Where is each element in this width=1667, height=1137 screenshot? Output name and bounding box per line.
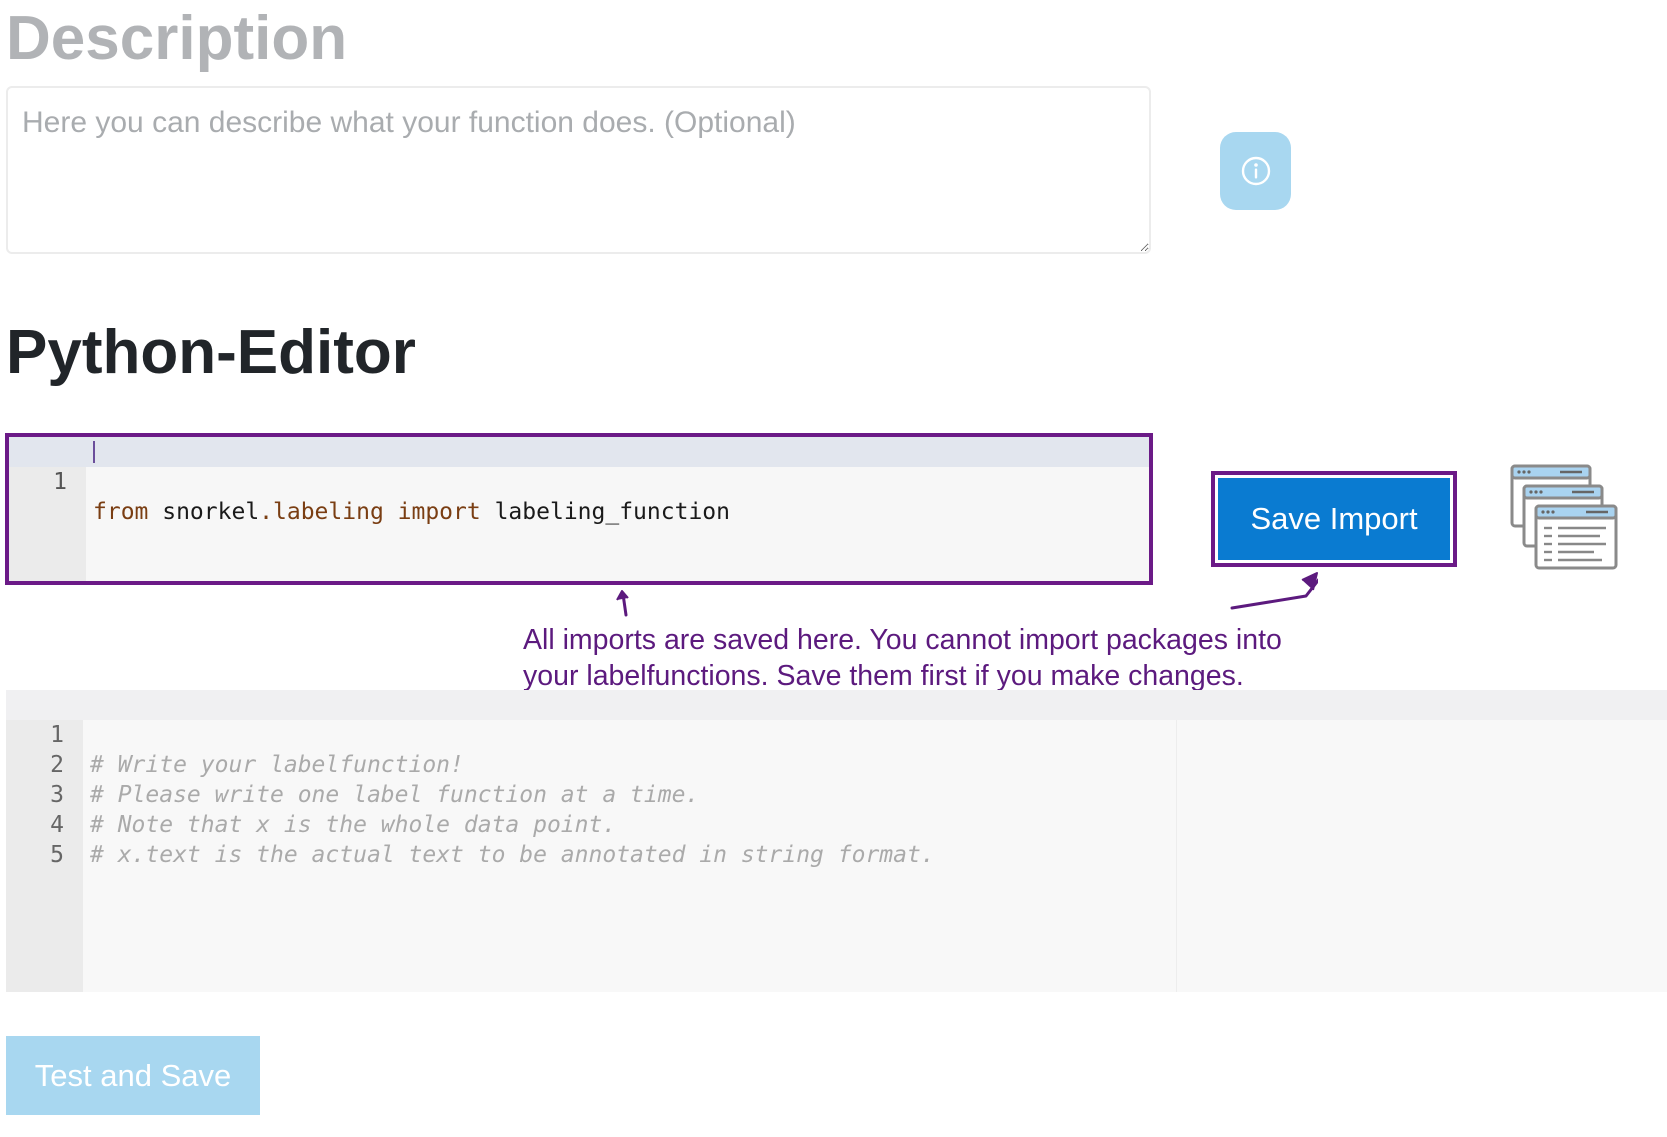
code-line[interactable]: 2 # Please write one label function at a…	[6, 720, 1667, 808]
line-number: 5	[50, 842, 64, 868]
annotation-line: your labelfunctions. Save them first if …	[523, 660, 1244, 692]
test-and-save-button[interactable]: Test and Save	[6, 1036, 260, 1115]
code-line[interactable]: 1 from snorkel.labeling import labeling_…	[9, 437, 1149, 525]
save-import-button[interactable]: Save Import	[1218, 478, 1450, 560]
code-text: from snorkel.labeling import labeling_fu…	[93, 497, 730, 527]
annotation-arrow-to-editor	[616, 590, 629, 617]
plain-token: snorkel	[148, 499, 260, 525]
line-number: 1	[53, 469, 67, 495]
stacked-windows-icon	[1510, 464, 1618, 570]
annotation-line: All imports are saved here. You cannot i…	[523, 624, 1282, 656]
labelfunction-code-editor[interactable]: 1 # Write your labelfunction! 2 # Please…	[6, 690, 1667, 992]
python-editor-heading: Python-Editor	[6, 318, 416, 387]
description-heading: Description	[6, 4, 348, 73]
annotation-arrow-to-save-import	[1230, 572, 1318, 610]
save-import-highlight: Save Import	[1211, 471, 1457, 567]
keyword-token: import	[383, 499, 481, 525]
info-button[interactable]	[1220, 132, 1291, 210]
keyword-token: from	[93, 499, 149, 525]
import-code-editor[interactable]: 1 from snorkel.labeling import labeling_…	[5, 433, 1153, 585]
code-line[interactable]: 3 # Note that x is the whole data point.	[6, 750, 1667, 838]
code-line[interactable]: 4 # x.text is the actual text to be anno…	[6, 780, 1667, 868]
code-line[interactable]: 5	[6, 810, 1667, 868]
description-textarea[interactable]	[6, 86, 1151, 254]
text-cursor	[93, 441, 95, 463]
comment-text: # x.text is the actual text to be annota…	[90, 842, 935, 868]
plain-token: labeling_function	[480, 499, 730, 525]
annotation-text: All imports are saved here. You cannot i…	[523, 622, 1383, 694]
module-token: .labeling	[259, 499, 384, 525]
code-line[interactable]: 1 # Write your labelfunction!	[6, 690, 1667, 778]
info-icon	[1241, 156, 1270, 186]
